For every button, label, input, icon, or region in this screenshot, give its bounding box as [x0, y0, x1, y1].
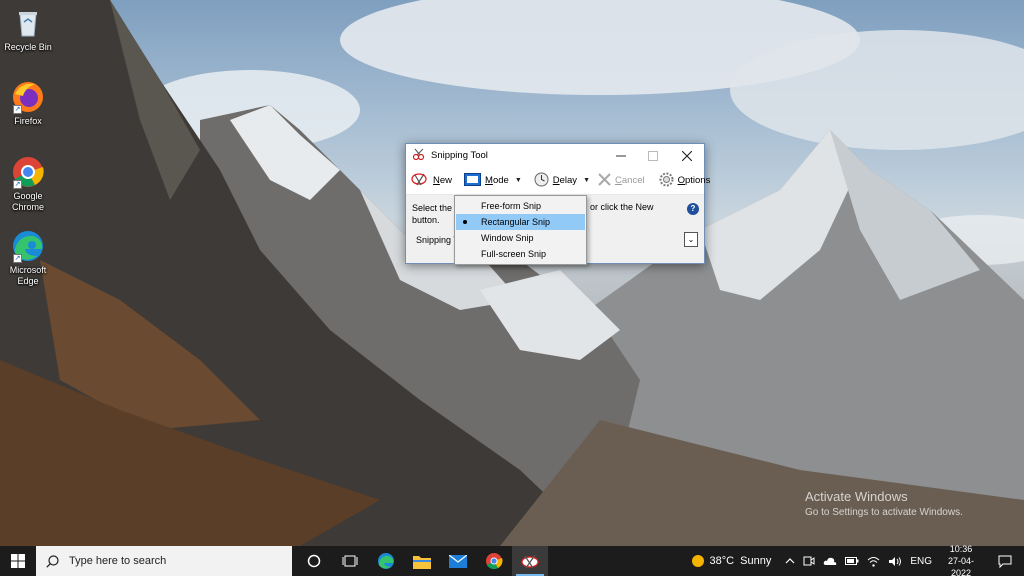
action-center-button[interactable] [986, 546, 1024, 576]
tray-network[interactable] [863, 546, 884, 576]
delay-button[interactable]: Delay ▼ [531, 169, 593, 193]
chevron-up-icon [785, 558, 795, 564]
selected-bullet-icon [463, 220, 467, 224]
menu-item-full-screen-snip[interactable]: Full-screen Snip [456, 246, 585, 262]
scissors-icon [411, 171, 429, 190]
weather-widget[interactable]: 38°C Sunny [687, 546, 776, 576]
taskbar-edge[interactable] [368, 546, 404, 576]
minimize-icon [616, 155, 626, 156]
chrome-icon: ↗ [11, 155, 45, 189]
task-view-icon [342, 555, 358, 567]
start-button[interactable] [0, 546, 36, 576]
new-label: New [433, 175, 453, 186]
expand-button[interactable]: ⌄ [684, 232, 698, 247]
menu-item-rectangular-snip[interactable]: Rectangular Snip [456, 214, 585, 230]
clock-time: 10:36 [949, 544, 973, 554]
mode-dropdown-menu: Free-form Snip Rectangular Snip Window S… [454, 195, 587, 265]
close-button[interactable] [670, 144, 704, 167]
taskbar: Type here to search 38°C Sunny ENG 10:36… [0, 544, 1024, 576]
tray-onedrive[interactable] [819, 546, 841, 576]
desktop-icon-label: Google Chrome [11, 191, 44, 212]
chevron-down-icon: ▼ [514, 177, 522, 184]
system-tray: 38°C Sunny ENG 10:36 27-04-2022 [687, 544, 1024, 576]
instruction-text-tail: or click the New [590, 202, 654, 212]
desktop-icon-label: Recycle Bin [4, 42, 52, 52]
task-view-button[interactable] [332, 546, 368, 576]
new-button[interactable]: New [408, 169, 455, 193]
search-placeholder: Type here to search [69, 555, 167, 567]
desktop-icon-chrome[interactable]: ↗ Google Chrome [2, 155, 54, 213]
mail-icon [449, 554, 467, 568]
gear-icon [659, 172, 674, 190]
snipping-tool-icon [412, 148, 425, 164]
tray-meet-now[interactable] [799, 546, 819, 576]
taskbar-chrome[interactable] [476, 546, 512, 576]
title-bar[interactable]: Snipping Tool [406, 144, 704, 167]
maximize-icon [648, 150, 658, 161]
meet-now-icon [803, 556, 815, 566]
desktop-icon-firefox[interactable]: ↗ Firefox [2, 80, 54, 127]
weather-condition: Sunny [740, 555, 772, 567]
chrome-icon [486, 553, 503, 570]
recycle-bin-icon [11, 6, 45, 40]
mode-label: Mode [485, 175, 509, 186]
desktop-icon-label: Microsoft Edge [9, 265, 47, 286]
rectangle-mode-icon [464, 172, 482, 189]
delay-label: Delay [552, 175, 578, 186]
firefox-icon: ↗ [11, 80, 45, 114]
window-title: Snipping Tool [431, 150, 488, 161]
notification-icon [998, 555, 1012, 568]
wifi-icon [867, 556, 880, 567]
edge-icon [378, 553, 394, 569]
folder-icon [413, 555, 431, 569]
activate-windows-watermark: Activate Windows Go to Settings to activ… [805, 489, 963, 518]
windows-logo-icon [11, 554, 25, 568]
menu-item-free-form-snip[interactable]: Free-form Snip [456, 198, 585, 214]
options-button[interactable]: Options [656, 169, 714, 193]
speaker-icon [889, 556, 902, 566]
cloud-icon [824, 557, 837, 565]
clock-icon [534, 172, 549, 190]
maximize-button [636, 144, 670, 167]
minimize-button[interactable] [604, 144, 638, 167]
mode-button[interactable]: Mode ▼ [461, 169, 525, 193]
watermark-title: Activate Windows [805, 489, 908, 504]
edge-icon: ↗ [11, 229, 45, 263]
cortana-circle-icon [307, 554, 321, 568]
taskbar-search-box[interactable]: Type here to search [36, 546, 292, 576]
chevron-down-icon: ▼ [583, 177, 590, 184]
show-hidden-icons-button[interactable] [781, 546, 799, 576]
mountain-wallpaper [0, 0, 1024, 546]
cancel-x-icon [598, 172, 611, 189]
cancel-button: Cancel [595, 169, 648, 193]
desktop-icon-edge[interactable]: ↗ Microsoft Edge [2, 229, 54, 287]
tray-battery[interactable] [841, 546, 863, 576]
weather-temperature: 38°C [709, 555, 735, 567]
search-icon [46, 554, 59, 568]
desktop-icon-recycle-bin[interactable]: Recycle Bin [2, 6, 54, 53]
toolbar: New Mode ▼ Delay ▼ Cancel Options [406, 167, 710, 195]
desktop: Recycle Bin ↗ Firefox ↗ Google Chrome ↗ … [0, 0, 1024, 546]
watermark-subtitle: Go to Settings to activate Windows. [805, 507, 963, 518]
close-icon [682, 150, 692, 161]
taskbar-snipping-tool[interactable] [512, 546, 548, 576]
chevron-down-icon: ⌄ [687, 235, 695, 244]
input-language[interactable]: ENG [906, 546, 936, 576]
taskbar-file-explorer[interactable] [404, 546, 440, 576]
cortana-button[interactable] [296, 546, 332, 576]
taskbar-mail[interactable] [440, 546, 476, 576]
clock[interactable]: 10:36 27-04-2022 [936, 544, 986, 576]
menu-item-window-snip[interactable]: Window Snip [456, 230, 585, 246]
clock-date: 27-04-2022 [947, 556, 974, 576]
battery-icon [845, 557, 859, 565]
help-icon[interactable]: ? [687, 203, 699, 215]
snipping-tool-icon [521, 554, 539, 569]
desktop-icon-label: Firefox [14, 116, 42, 126]
options-label: Options [677, 175, 711, 186]
cancel-label: Cancel [615, 175, 645, 186]
status-text: Snipping T [416, 235, 459, 245]
tray-volume[interactable] [884, 546, 906, 576]
sun-icon [691, 555, 704, 567]
